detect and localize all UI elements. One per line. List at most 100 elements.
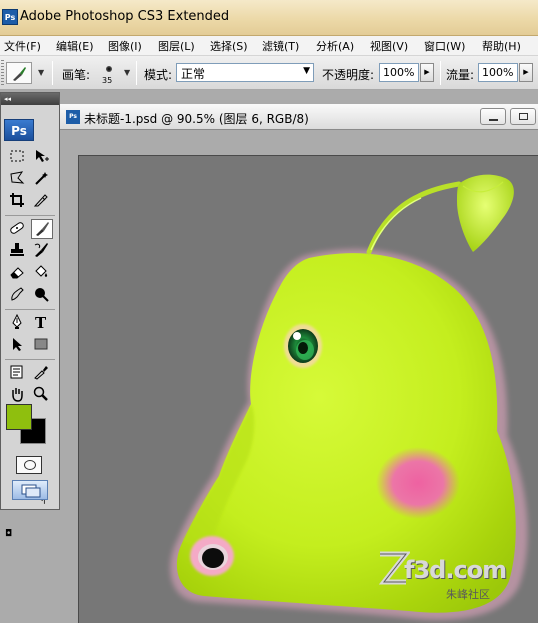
ps-logo[interactable]: Ps: [4, 119, 34, 141]
tools-separator: [5, 215, 55, 216]
path-select-icon: [13, 338, 22, 351]
menu-file[interactable]: 文件(F): [4, 38, 41, 54]
menu-analysis[interactable]: 分析(A): [316, 38, 354, 54]
menu-select[interactable]: 选择(S): [210, 38, 248, 54]
flow-slider-button[interactable]: ▶: [519, 63, 533, 82]
menu-help[interactable]: 帮助(H): [482, 38, 521, 54]
opacity-input[interactable]: 100%: [379, 63, 419, 82]
eyedropper-tool[interactable]: [31, 363, 53, 383]
pen-icon: [12, 314, 22, 329]
note-icon: [10, 365, 23, 379]
menu-view[interactable]: 视图(V): [370, 38, 408, 54]
path-selection-tool[interactable]: [7, 335, 29, 355]
slice-tool[interactable]: [31, 191, 53, 211]
menu-layer[interactable]: 图层(L): [158, 38, 195, 54]
brush-picker[interactable]: 35: [98, 61, 122, 87]
blend-mode-select[interactable]: 正常 ▼: [176, 63, 314, 82]
stamp-icon: [10, 243, 24, 256]
tools-separator: [5, 359, 55, 360]
options-separator: [440, 61, 441, 85]
crop-icon: [10, 193, 24, 207]
menu-image[interactable]: 图像(I): [108, 38, 142, 54]
burn-tool[interactable]: [31, 285, 53, 305]
hand-icon: [12, 388, 23, 402]
tool-preset-dropdown-icon[interactable]: ▼: [38, 68, 44, 77]
watermark-subtitle: 朱峰社区: [446, 588, 490, 601]
notes-tool[interactable]: [7, 363, 29, 383]
menu-window[interactable]: 窗口(W): [424, 38, 465, 54]
rectangle-shape-icon: [34, 338, 48, 350]
minimize-button[interactable]: [480, 108, 506, 125]
brush-tool[interactable]: [31, 219, 53, 239]
lasso-tool[interactable]: [7, 169, 29, 189]
screen-mode-icon: [21, 484, 41, 498]
quick-mask-button[interactable]: [16, 456, 42, 474]
menu-edit[interactable]: 编辑(E): [56, 38, 94, 54]
move-icon: [36, 150, 49, 162]
chevron-down-icon: ▼: [303, 66, 310, 76]
opacity-label: 不透明度:: [322, 68, 375, 82]
eraser-tool[interactable]: [7, 263, 29, 283]
flow-label: 流量:: [446, 68, 475, 82]
psd-file-icon: Ps: [66, 110, 80, 124]
options-bar: ▼ 画笔: 35 ▼ 模式: 正常 ▼ 不透明度: 100% ▶ 流量: 100…: [0, 56, 538, 90]
tools-panel: ◂◂ Ps T ◘ ↰: [0, 92, 60, 539]
paint-bucket-icon: [35, 265, 48, 277]
hand-tool[interactable]: [7, 385, 29, 405]
clone-stamp-tool[interactable]: [7, 241, 29, 261]
magic-wand-tool[interactable]: [31, 169, 53, 189]
flow-input[interactable]: 100%: [478, 63, 518, 82]
tools-panel-header[interactable]: ◂◂: [1, 93, 59, 105]
options-separator: [52, 61, 53, 85]
zoom-tool[interactable]: [31, 385, 53, 405]
history-brush-icon: [34, 243, 48, 257]
history-brush-tool[interactable]: [31, 241, 53, 261]
photoshop-app-icon[interactable]: Ps: [2, 9, 18, 25]
marquee-icon: [10, 150, 24, 162]
slice-icon: [33, 194, 48, 207]
magic-wand-icon: [35, 172, 48, 185]
watermark: f3d.com 朱峰社区: [376, 548, 532, 606]
brush-dropdown-icon[interactable]: ▼: [124, 68, 130, 77]
opacity-slider-button[interactable]: ▶: [420, 63, 434, 82]
polygon-lasso-icon: [10, 171, 25, 184]
healing-brush-tool[interactable]: [7, 219, 29, 239]
restore-button[interactable]: [510, 108, 536, 125]
type-tool[interactable]: T: [31, 313, 53, 333]
screen-mode-button[interactable]: [12, 480, 48, 500]
document-title-bar[interactable]: Ps 未标题-1.psd @ 90.5% (图层 6, RGB/8): [60, 104, 538, 130]
watermark-brand: f3d.com: [404, 556, 507, 584]
menu-bar: 文件(F) 编辑(E) 图像(I) 图层(L) 选择(S) 滤镜(T) 分析(A…: [0, 36, 538, 56]
brush-label: 画笔:: [62, 68, 91, 82]
eyedropper-icon: [34, 366, 48, 380]
smudge-tool[interactable]: [7, 285, 29, 305]
move-tool[interactable]: [31, 147, 53, 167]
dodge-burn-icon: [35, 288, 49, 302]
options-bar-grip[interactable]: [1, 60, 4, 86]
foreground-color-swatch[interactable]: [6, 404, 32, 430]
bandage-icon: [10, 222, 24, 234]
paint-bucket-tool[interactable]: [31, 263, 53, 283]
brush-icon: [13, 67, 26, 81]
eraser-icon: [10, 267, 24, 279]
options-separator: [136, 61, 137, 85]
brush-size-value: 35: [102, 76, 113, 85]
title-bar: Ps Adobe Photoshop CS3 Extended: [0, 0, 538, 36]
crop-tool[interactable]: [7, 191, 29, 211]
restore-icon: [519, 113, 528, 120]
window-title: Adobe Photoshop CS3 Extended: [20, 9, 230, 24]
menu-filter[interactable]: 滤镜(T): [262, 38, 299, 54]
smudge-icon: [11, 287, 24, 301]
pen-tool[interactable]: [7, 313, 29, 333]
svg-text:T: T: [35, 314, 47, 330]
marquee-tool[interactable]: [7, 147, 29, 167]
tool-preset-picker[interactable]: [6, 62, 32, 84]
quick-mask-icon: [24, 460, 36, 470]
tools-separator: [5, 309, 55, 310]
minimize-icon: [489, 119, 498, 121]
zoom-icon: [33, 386, 48, 401]
rectangle-tool[interactable]: [31, 335, 53, 355]
default-colors-icon[interactable]: ◘: [5, 529, 12, 539]
mode-label: 模式:: [144, 68, 173, 82]
document-title: 未标题-1.psd @ 90.5% (图层 6, RGB/8): [84, 112, 309, 126]
